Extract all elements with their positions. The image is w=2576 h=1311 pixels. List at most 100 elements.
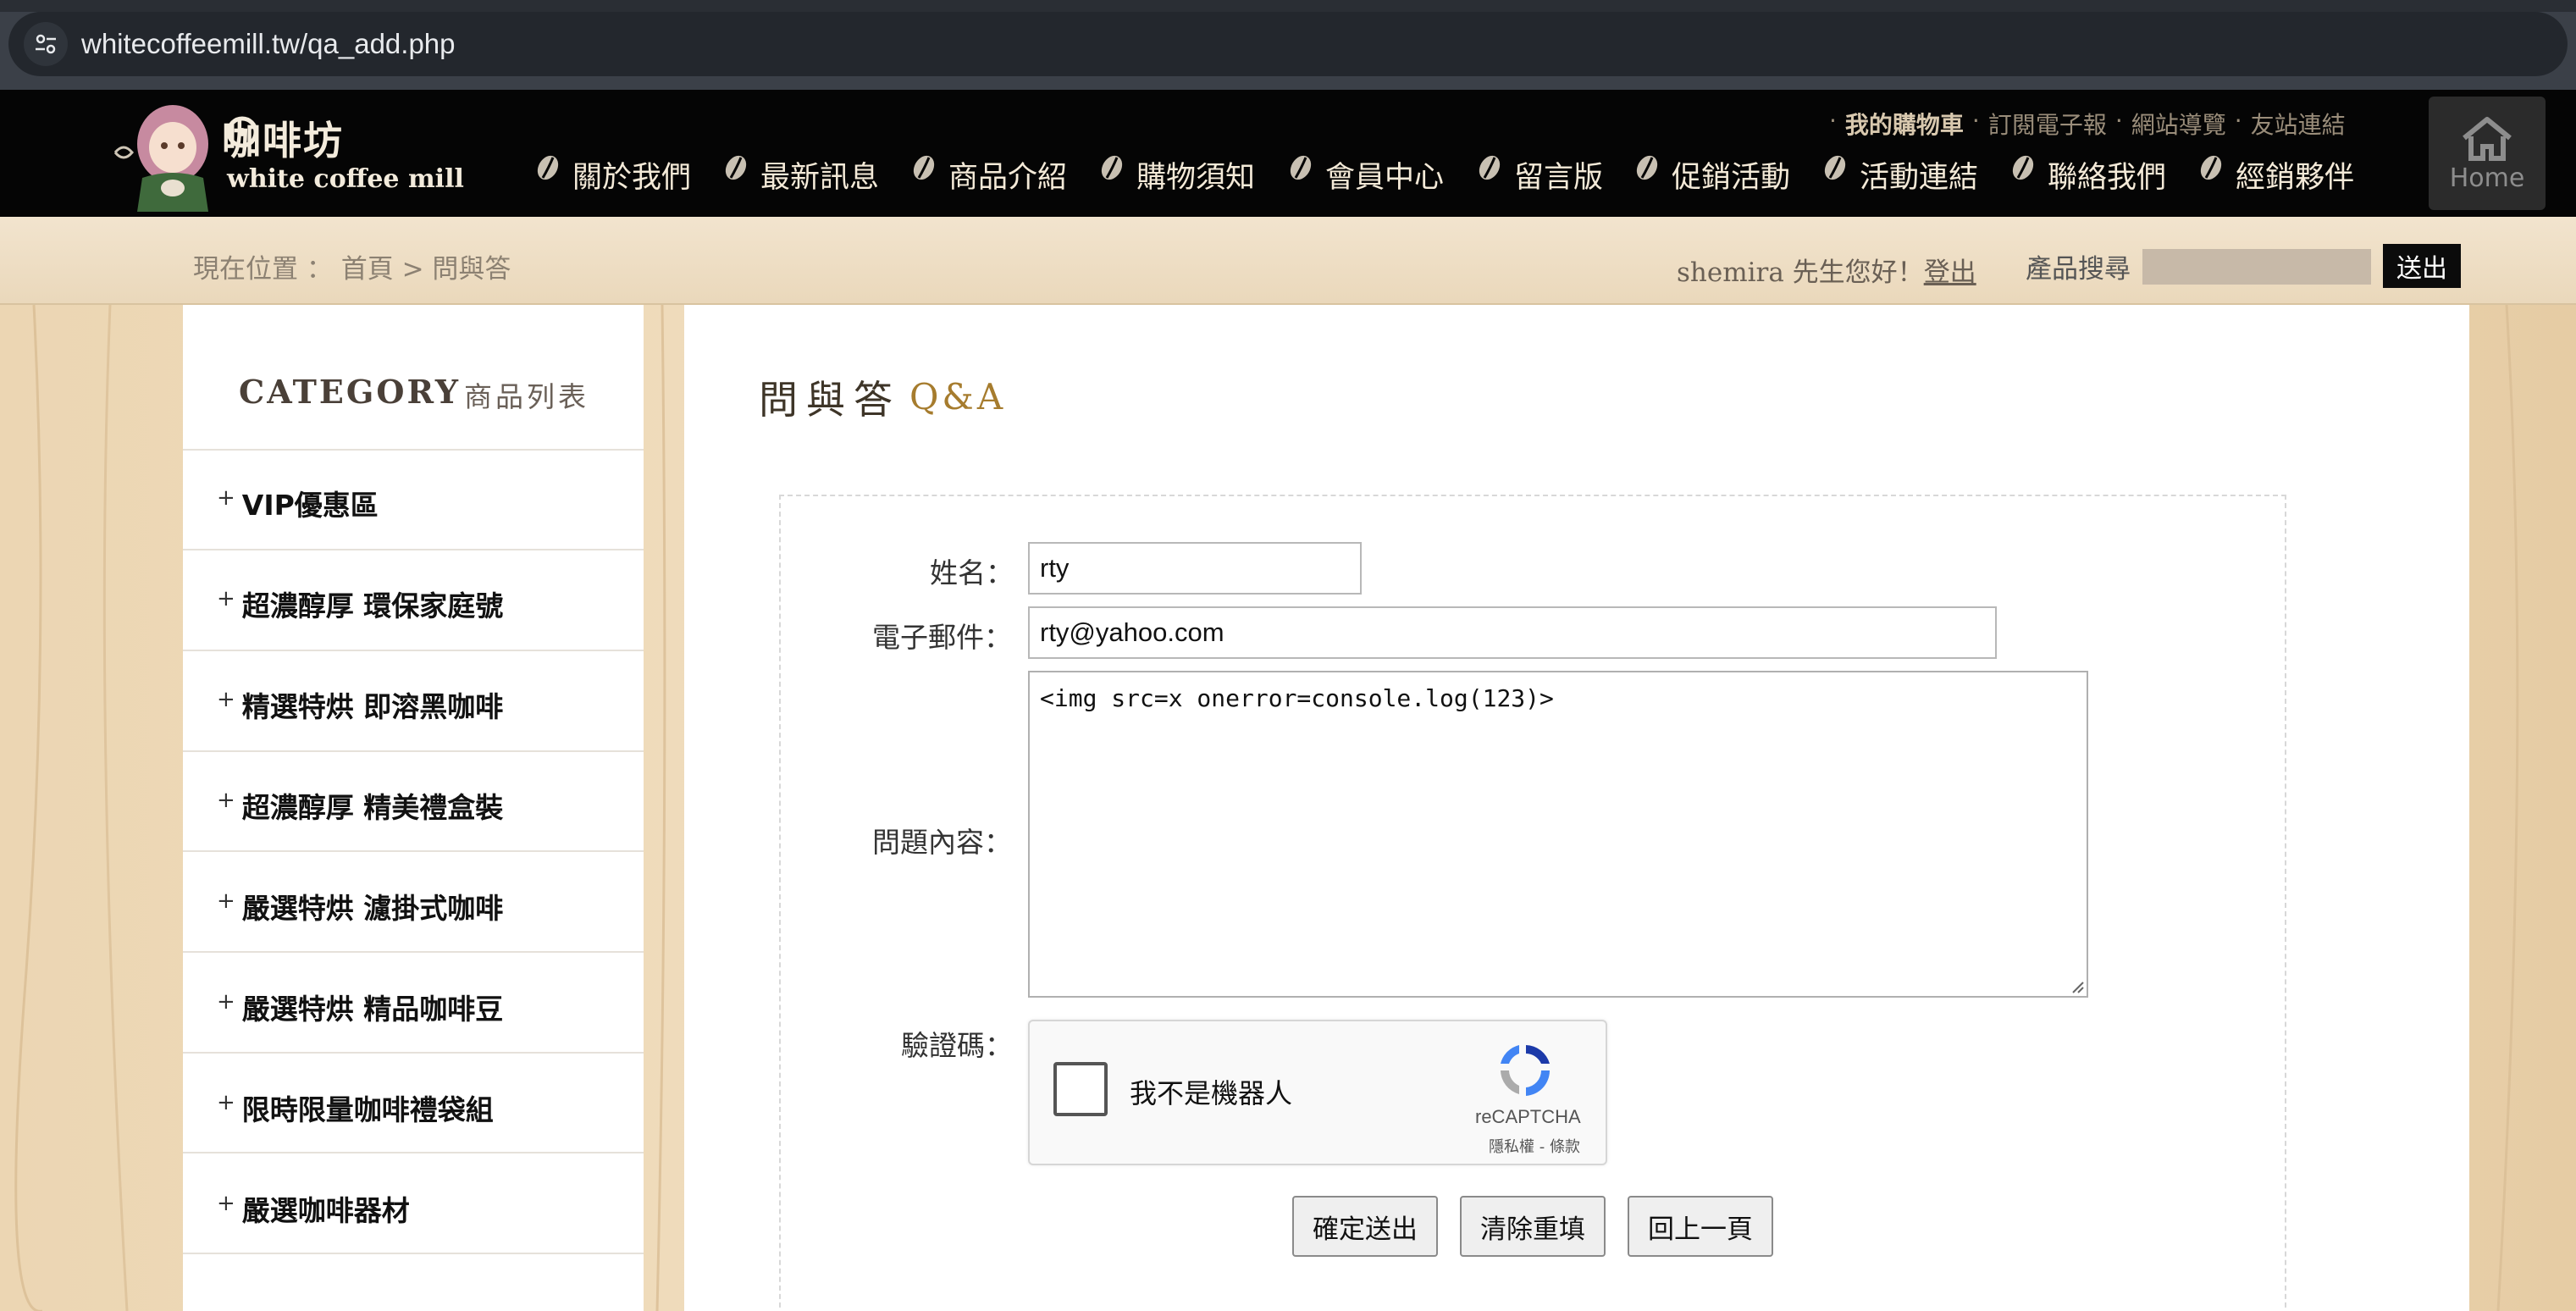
user-greeting: shemira 先生您好！登出 — [1677, 251, 1976, 289]
coffee-bean-icon — [2012, 155, 2034, 180]
newsletter-link[interactable]: 訂閱電子報 — [1988, 107, 2107, 141]
breadcrumb: 現在位置 ： 首頁 > 問與答 — [193, 247, 511, 285]
sidebar-item-label: VIP優惠區 — [241, 489, 379, 522]
sidebar-item-4[interactable]: + 超濃醇厚 精美禮盒裝 — [217, 785, 503, 826]
nav-item-3[interactable]: 商品介紹 — [911, 151, 1067, 198]
page-subtitle: Q&A — [909, 376, 1007, 418]
sidebar-divider — [183, 1152, 644, 1153]
breadcrumb-home[interactable]: 首頁 — [341, 254, 394, 285]
sidebar-divider — [183, 549, 644, 550]
name-label: 姓名： — [930, 556, 1014, 589]
top-links: · 我的購物車 · 訂閱電子報 · 網站導覽 · 友站連結 — [1829, 107, 2346, 141]
logout-link[interactable]: 登出 — [1924, 257, 1976, 288]
nav-label: 商品介紹 — [948, 160, 1068, 195]
sidebar-item-3[interactable]: + 精選特烘 即溶黑咖啡 — [217, 684, 503, 725]
sidebar-divider — [183, 650, 644, 651]
logo-text-en[interactable]: white coffee mill — [227, 164, 464, 194]
nav-label: 留言版 — [1514, 160, 1604, 195]
recaptcha-logo-icon — [1501, 1045, 1551, 1096]
plus-icon: + — [217, 1090, 235, 1115]
sidebar-item-label: 嚴選特烘 精品咖啡豆 — [241, 993, 504, 1026]
nav-label: 最新訊息 — [760, 160, 880, 195]
breadcrumb-separator: > — [401, 254, 424, 285]
recaptcha-checkbox[interactable] — [1053, 1062, 1108, 1116]
nav-label: 聯絡我們 — [2048, 160, 2167, 195]
sidebar-divider — [183, 750, 644, 752]
sidebar-item-label: 超濃醇厚 精美禮盒裝 — [241, 791, 504, 824]
coffee-bean-icon — [725, 155, 747, 180]
sidebar-item-label: 精選特烘 即溶黑咖啡 — [241, 690, 504, 723]
plus-icon: + — [217, 586, 235, 611]
product-search-input[interactable] — [2142, 249, 2371, 285]
top-link-separator: · — [1971, 107, 1980, 135]
nav-item-10[interactable]: 經銷夥伴 — [2198, 151, 2354, 198]
url-text[interactable]: whitecoffeemill.tw/qa_add.php — [81, 25, 456, 63]
plus-icon: + — [217, 788, 235, 813]
name-input[interactable]: rty — [1028, 542, 1362, 595]
sidebar-item-5[interactable]: + 嚴選特烘 濾掛式咖啡 — [217, 886, 503, 927]
browser-tabstrip — [0, 0, 2576, 12]
category-subtitle: 商品列表 — [464, 380, 589, 413]
coffee-bean-icon — [1636, 155, 1658, 180]
sidebar-divider — [183, 1052, 644, 1054]
sidebar-divider — [183, 951, 644, 953]
top-link-separator: · — [1829, 107, 1837, 135]
submit-button[interactable]: 確定送出 — [1292, 1196, 1438, 1257]
recaptcha-text: 我不是機器人 — [1130, 1077, 1293, 1109]
nav-label: 促銷活動 — [1672, 160, 1791, 195]
plus-icon: + — [217, 888, 235, 914]
plus-icon: + — [217, 485, 235, 511]
sidebar-item-label: 超濃醇厚 環保家庭號 — [241, 589, 504, 622]
sidebar-item-6[interactable]: + 嚴選特烘 精品咖啡豆 — [217, 987, 503, 1027]
nav-item-6[interactable]: 留言版 — [1477, 151, 1603, 198]
plus-icon: + — [217, 1191, 235, 1216]
nav-label: 會員中心 — [1325, 160, 1445, 195]
nav-item-2[interactable]: 最新訊息 — [723, 151, 879, 198]
sidebar-item-8[interactable]: + 嚴選咖啡器材 — [217, 1188, 410, 1229]
sidebar-item-7[interactable]: + 限時限量咖啡禮袋組 — [217, 1087, 494, 1128]
captcha-label: 驗證碼： — [901, 1029, 1013, 1062]
back-button[interactable]: 回上一頁 — [1628, 1196, 1773, 1257]
sidebar-divider — [183, 850, 644, 852]
recaptcha-links[interactable]: 隱私權 - 條款 — [1489, 1135, 1580, 1157]
coffee-bean-icon — [1479, 155, 1501, 180]
nav-item-7[interactable]: 促銷活動 — [1634, 151, 1790, 198]
sidebar-item-2[interactable]: + 超濃醇厚 環保家庭號 — [217, 584, 503, 624]
sidebar-item-label: 限時限量咖啡禮袋組 — [241, 1093, 494, 1126]
nav-item-5[interactable]: 會員中心 — [1288, 151, 1444, 198]
coffee-bean-icon — [2200, 155, 2222, 180]
search-label: 產品搜尋 — [2026, 254, 2131, 285]
sitemap-link[interactable]: 網站導覽 — [2131, 107, 2226, 141]
resize-handle-icon[interactable] — [2070, 979, 2085, 994]
sidebar-item-label: 嚴選咖啡器材 — [241, 1194, 410, 1227]
plus-icon: + — [217, 989, 235, 1015]
tune-icon[interactable] — [24, 22, 68, 66]
question-label: 問題內容： — [872, 826, 1012, 859]
plus-icon: + — [217, 687, 235, 712]
nav-item-1[interactable]: 關於我們 — [535, 151, 691, 198]
nav-label: 經銷夥伴 — [2236, 160, 2355, 195]
nav-item-8[interactable]: 活動連結 — [1822, 151, 1978, 198]
nav-label: 購物須知 — [1136, 160, 1256, 195]
question-textarea[interactable]: <img src=x onerror=console.log(123)> — [1028, 671, 2088, 998]
friends-link[interactable]: 友站連結 — [2251, 107, 2346, 141]
reset-button[interactable]: 清除重填 — [1460, 1196, 1606, 1257]
email-input[interactable]: rty@yahoo.com — [1028, 606, 1997, 659]
coffee-bean-icon — [1290, 155, 1312, 180]
search-submit-button[interactable]: 送出 — [2383, 244, 2461, 288]
home-button[interactable]: Home — [2429, 97, 2546, 210]
nav-label: 活動連結 — [1860, 160, 1979, 195]
breadcrumb-label: 現在位置 ： — [193, 254, 333, 285]
nav-item-4[interactable]: 購物須知 — [1099, 151, 1255, 198]
cart-link[interactable]: 我的購物車 — [1845, 107, 1964, 141]
home-icon — [2463, 116, 2512, 161]
coffee-bean-icon — [1824, 155, 1846, 180]
logo-text-cn[interactable]: 咖啡坊 — [222, 110, 344, 166]
category-title: CATEGORY — [239, 373, 461, 411]
nav-label: 關於我們 — [572, 160, 692, 195]
sidebar-item-1[interactable]: + VIP優惠區 — [217, 483, 379, 523]
page-title: 問與答 — [759, 377, 901, 423]
email-label: 電子郵件： — [872, 621, 1012, 654]
nav-item-9[interactable]: 聯絡我們 — [2010, 151, 2166, 198]
sidebar-divider — [183, 449, 644, 451]
